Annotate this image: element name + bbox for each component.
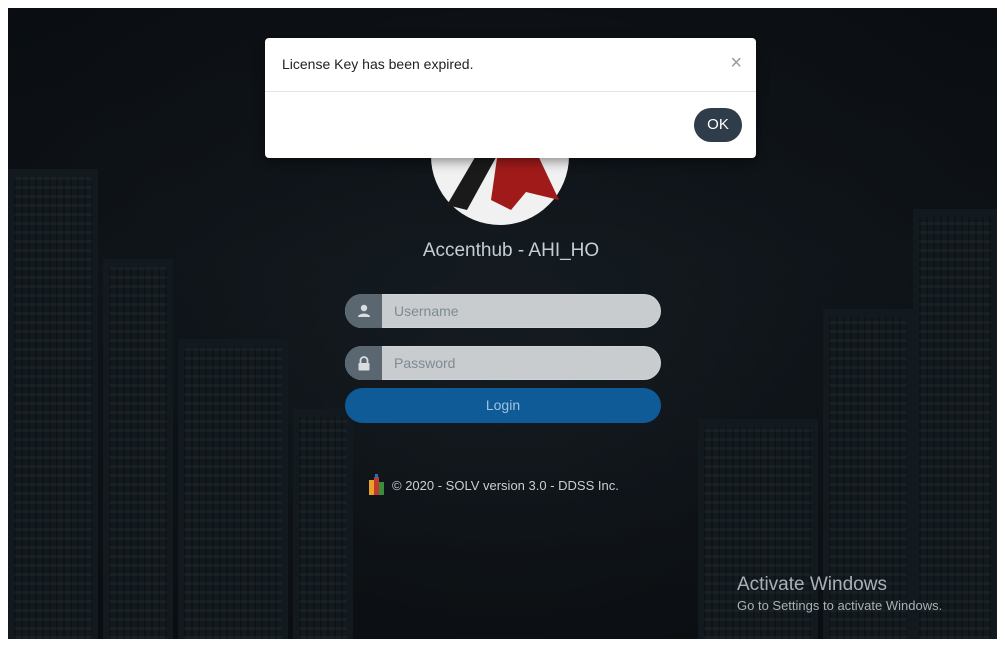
dialog-message: License Key has been expired.	[282, 56, 474, 72]
license-expired-dialog: License Key has been expired. × OK	[265, 38, 756, 158]
login-button[interactable]: Login	[345, 388, 661, 423]
ok-button[interactable]: OK	[694, 108, 742, 142]
footer-copyright: © 2020 - SOLV version 3.0 - DDSS Inc.	[368, 474, 619, 496]
activation-subtitle: Go to Settings to activate Windows.	[737, 598, 943, 613]
app-logo-icon	[369, 474, 384, 495]
username-input[interactable]: Username	[382, 303, 459, 319]
lock-icon	[345, 346, 382, 380]
password-field[interactable]: Password	[345, 346, 661, 380]
username-field[interactable]: Username	[345, 294, 661, 328]
user-icon	[345, 294, 382, 328]
copyright-text: © 2020 - SOLV version 3.0 - DDSS Inc.	[392, 477, 619, 493]
activation-title: Activate Windows	[737, 574, 887, 595]
password-input[interactable]: Password	[382, 355, 455, 371]
windows-activation-watermark: Activate Windows Go to Settings to activ…	[737, 574, 942, 613]
dialog-header: License Key has been expired. ×	[265, 38, 756, 92]
app-title: Accenthub - AHI_HO	[422, 240, 600, 261]
close-icon[interactable]: ×	[730, 53, 742, 73]
